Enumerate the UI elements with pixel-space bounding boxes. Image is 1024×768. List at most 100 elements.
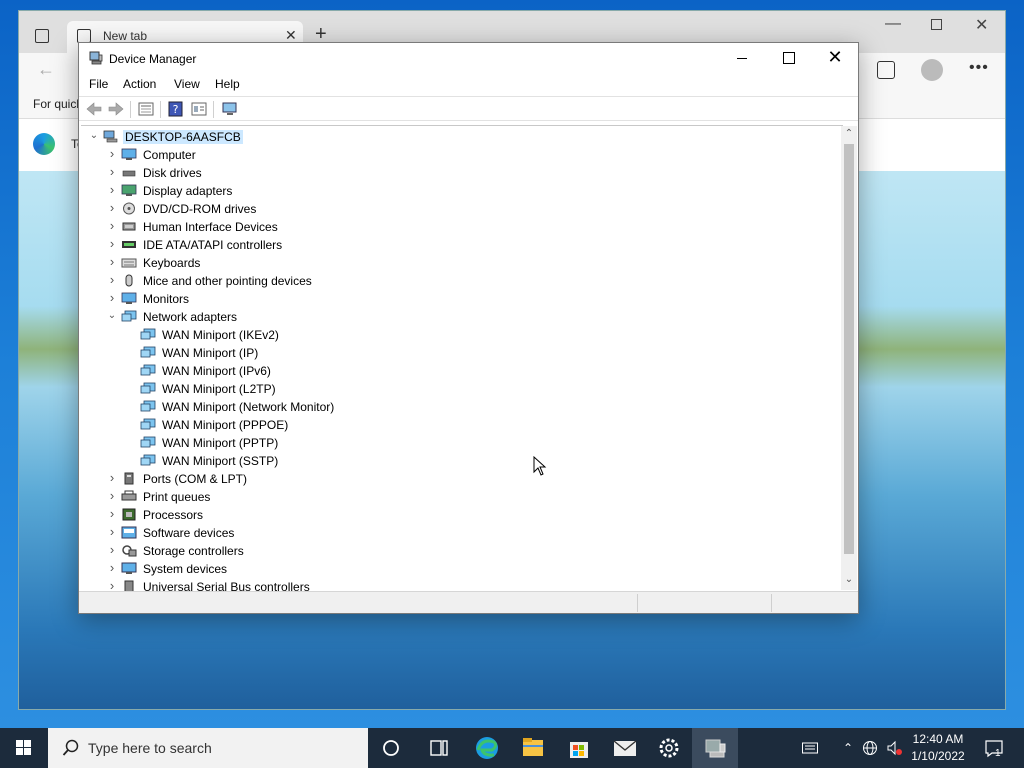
expand-chevron-icon[interactable]: › <box>107 507 117 520</box>
scan-hardware-icon[interactable] <box>221 101 239 117</box>
status-separator <box>637 594 638 612</box>
expand-chevron-icon[interactable]: › <box>107 201 117 214</box>
collections-icon[interactable] <box>877 61 895 79</box>
collapse-chevron-icon[interactable]: ⌄ <box>107 311 117 321</box>
dvd-icon <box>123 202 135 215</box>
tree-category-item[interactable]: › DVD/CD-ROM drives <box>81 200 843 218</box>
tree-category-item[interactable]: › Universal Serial Bus controllers <box>81 578 843 591</box>
back-arrow-icon[interactable] <box>85 101 103 117</box>
expand-chevron-icon[interactable]: › <box>107 237 117 250</box>
tree-category-item[interactable]: › Computer <box>81 146 843 164</box>
clock-date[interactable]: 1/10/2022 <box>906 749 970 763</box>
windows-start-icon[interactable] <box>0 728 48 768</box>
taskbar-search-box[interactable]: Type here to search <box>48 728 368 768</box>
expand-chevron-icon[interactable]: › <box>107 219 117 232</box>
minimize-button[interactable] <box>719 43 765 73</box>
tab-actions-icon[interactable] <box>35 29 49 43</box>
back-arrow-icon[interactable]: ← <box>37 59 55 80</box>
tree-category-item[interactable]: › Ports (COM & LPT) <box>81 470 843 488</box>
tree-child-item[interactable]: WAN Miniport (L2TP) <box>81 380 843 398</box>
tree-category-item[interactable]: › Monitors <box>81 290 843 308</box>
tree-child-item[interactable]: WAN Miniport (IPv6) <box>81 362 843 380</box>
notification-count: 1 <box>995 748 1001 759</box>
scroll-down-chevron-icon[interactable]: ⌄ <box>841 572 857 588</box>
network-globe-icon[interactable] <box>862 740 878 756</box>
tree-item-label: WAN Miniport (PPPOE) <box>162 418 289 432</box>
tree-category-item[interactable]: › Software devices <box>81 524 843 542</box>
network-icon <box>140 418 156 430</box>
expand-chevron-icon[interactable]: › <box>107 183 117 196</box>
settings-gear-icon[interactable] <box>646 728 692 768</box>
edge-maximize-button[interactable] <box>931 19 942 30</box>
tree-category-item[interactable]: › IDE ATA/ATAPI controllers <box>81 236 843 254</box>
forward-arrow-icon[interactable] <box>107 101 125 117</box>
view-list-icon[interactable] <box>190 101 208 117</box>
device-manager-title-bar[interactable]: Device Manager ✕ <box>79 43 858 75</box>
tree-category-item[interactable]: › Print queues <box>81 488 843 506</box>
expand-chevron-icon[interactable]: › <box>107 147 117 160</box>
tree-child-item[interactable]: WAN Miniport (Network Monitor) <box>81 398 843 416</box>
mail-icon[interactable] <box>602 728 648 768</box>
volume-muted-icon[interactable] <box>886 740 902 756</box>
collapse-chevron-icon[interactable]: ⌄ <box>89 131 99 141</box>
tree-child-item[interactable]: WAN Miniport (PPPOE) <box>81 416 843 434</box>
edge-close-button[interactable]: ✕ <box>975 15 988 35</box>
expand-chevron-icon[interactable]: › <box>107 525 117 538</box>
menu-view[interactable]: View <box>174 77 200 91</box>
tree-category-item[interactable]: › Processors <box>81 506 843 524</box>
tree-child-item[interactable]: WAN Miniport (IP) <box>81 344 843 362</box>
file-explorer-icon[interactable] <box>510 728 556 768</box>
store-icon[interactable] <box>556 728 602 768</box>
help-icon[interactable]: ? <box>167 101 185 117</box>
tree-child-item[interactable]: WAN Miniport (IKEv2) <box>81 326 843 344</box>
expand-chevron-icon[interactable]: › <box>107 255 117 268</box>
maximize-button[interactable] <box>765 43 811 73</box>
tree-category-item[interactable]: › Mice and other pointing devices <box>81 272 843 290</box>
tree-item-label: WAN Miniport (SSTP) <box>162 454 279 468</box>
tree-item-label: Processors <box>143 508 204 522</box>
new-tab-page-icon <box>77 29 91 43</box>
tree-root-label: DESKTOP-6AASFCB <box>123 130 243 144</box>
menu-action[interactable]: Action <box>123 77 156 91</box>
tree-category-item[interactable]: › Storage controllers <box>81 542 843 560</box>
close-button[interactable]: ✕ <box>811 43 858 73</box>
menu-help[interactable]: Help <box>215 77 240 91</box>
device-manager-taskbar-icon[interactable] <box>692 728 738 768</box>
vertical-scrollbar[interactable]: ⌃ ⌄ <box>841 126 857 590</box>
tree-child-item[interactable]: WAN Miniport (SSTP) <box>81 452 843 470</box>
expand-chevron-icon[interactable]: › <box>107 489 117 502</box>
expand-chevron-icon[interactable]: › <box>107 543 117 556</box>
tree-root-computer[interactable]: ⌄ DESKTOP-6AASFCB <box>81 128 843 146</box>
menu-file[interactable]: File <box>89 77 108 91</box>
profile-avatar[interactable] <box>921 59 943 81</box>
expand-chevron-icon[interactable]: › <box>107 165 117 178</box>
monitor-icon <box>121 292 137 304</box>
edge-minimize-button[interactable]: — <box>885 15 901 33</box>
network-icon <box>140 346 156 358</box>
expand-chevron-icon[interactable]: › <box>107 561 117 574</box>
expand-chevron-icon[interactable]: › <box>107 579 117 591</box>
toolbar: ? <box>79 96 858 121</box>
keyboard-tray-icon[interactable] <box>802 740 818 756</box>
tree-item-label: Computer <box>143 148 196 162</box>
more-menu-icon[interactable]: ••• <box>969 59 989 77</box>
tree-category-item[interactable]: › Keyboards <box>81 254 843 272</box>
edge-taskbar-icon[interactable] <box>464 728 510 768</box>
clock-time[interactable]: 12:40 AM <box>906 732 970 746</box>
tree-child-item[interactable]: WAN Miniport (PPTP) <box>81 434 843 452</box>
tree-category-item[interactable]: › Display adapters <box>81 182 843 200</box>
expand-chevron-icon[interactable]: › <box>107 291 117 304</box>
tree-category-item[interactable]: › Human Interface Devices <box>81 218 843 236</box>
tree-category-item[interactable]: › System devices <box>81 560 843 578</box>
expand-chevron-icon[interactable]: › <box>107 471 117 484</box>
notification-center-icon[interactable] <box>984 738 1004 758</box>
properties-icon[interactable] <box>137 101 155 117</box>
tree-category-item[interactable]: › Disk drives <box>81 164 843 182</box>
expand-chevron-icon[interactable]: › <box>107 273 117 286</box>
show-hidden-icons-chevron-icon[interactable]: ⌃ <box>840 740 856 756</box>
tree-category-item[interactable]: ⌄ Network adapters <box>81 308 843 326</box>
cortana-icon[interactable] <box>368 728 414 768</box>
task-view-icon[interactable] <box>416 728 462 768</box>
scroll-up-chevron-icon[interactable]: ⌃ <box>841 126 857 142</box>
scrollbar-thumb[interactable] <box>844 144 854 554</box>
